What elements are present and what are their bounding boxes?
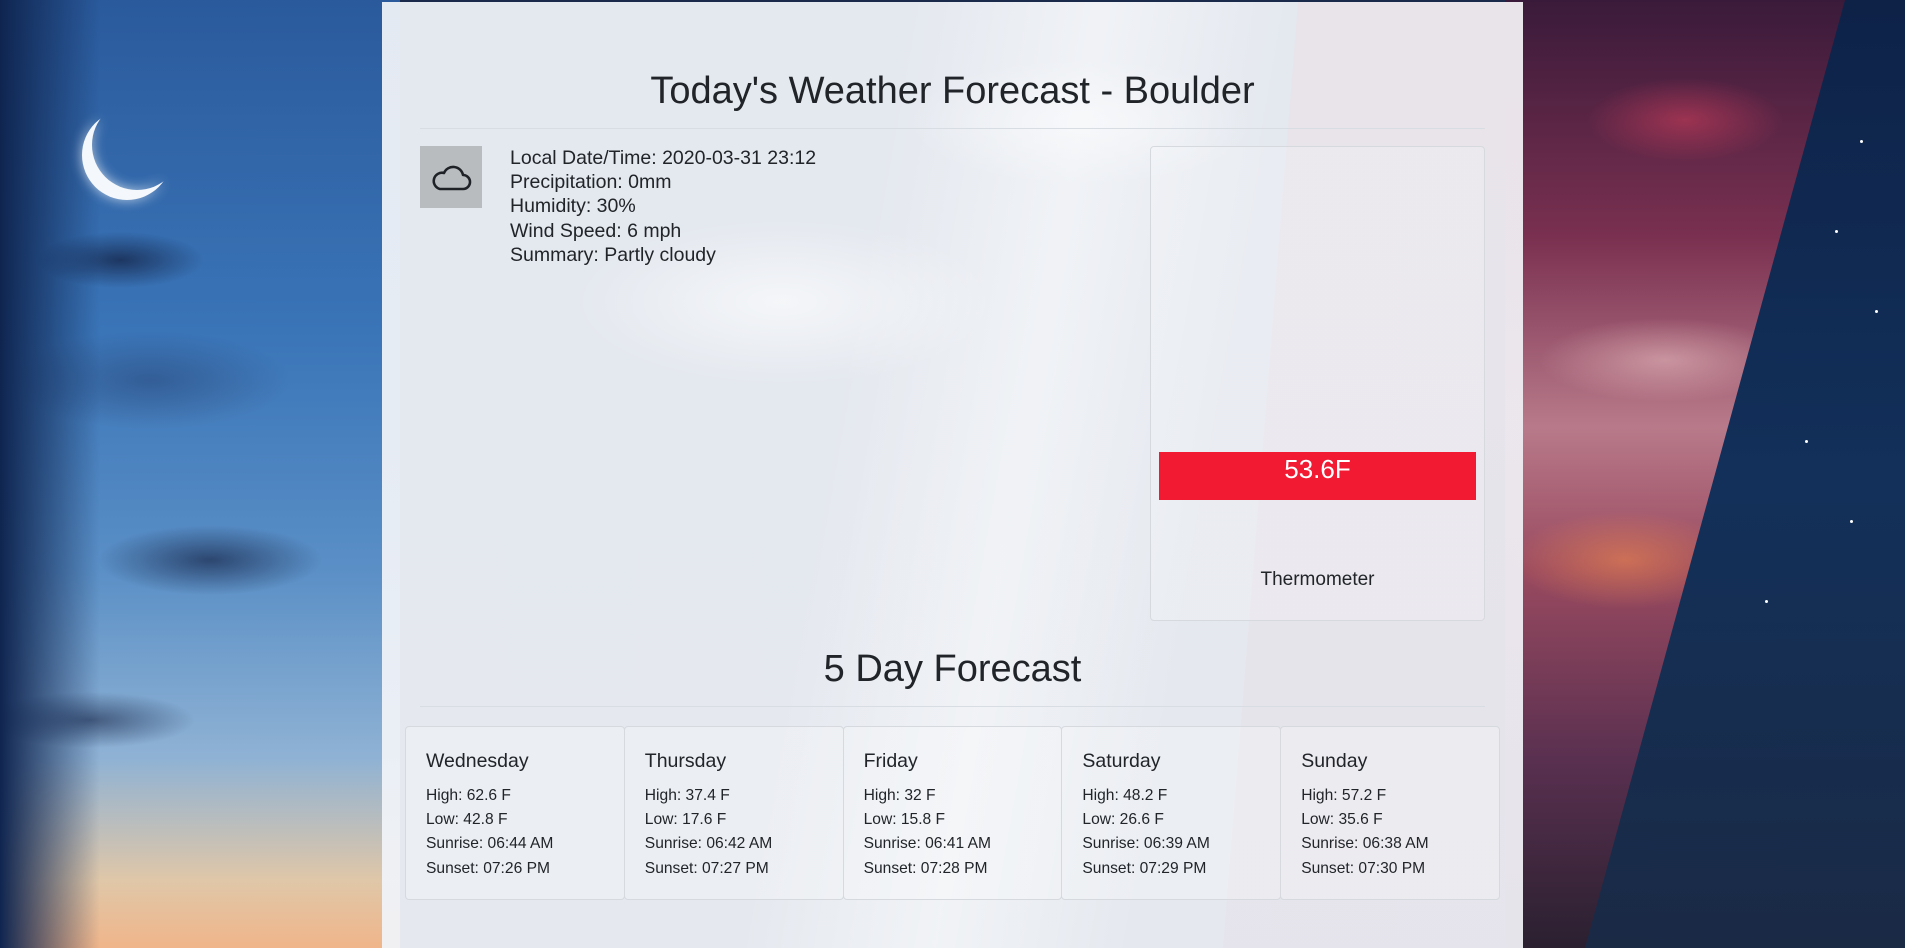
humidity: Humidity: 30%	[510, 195, 636, 218]
wind-speed: Wind Speed: 6 mph	[510, 219, 682, 242]
day-sunset: Sunset: 07:28 PM	[863, 859, 988, 877]
thermometer-label: Thermometer	[1260, 569, 1375, 590]
forecast-card-thursday: Thursday High: 37.4 F Low: 17.6 F Sunris…	[623, 726, 844, 900]
weather-icon-box	[420, 146, 482, 208]
precipitation: Precipitation: 0mm	[510, 171, 672, 194]
day-name: Wednesday	[426, 750, 529, 772]
day-sunset: Sunset: 07:30 PM	[1301, 859, 1426, 877]
day-low: Low: 35.6 F	[1301, 811, 1383, 829]
forecast-title: 5 Day Forecast	[823, 648, 1082, 690]
thermometer-card: 53.6F Thermometer	[1150, 146, 1485, 621]
title-divider	[420, 128, 1485, 129]
day-sunset: Sunset: 07:27 PM	[644, 859, 769, 877]
day-sunrise: Sunrise: 06:42 AM	[644, 835, 773, 853]
moon-icon	[92, 100, 182, 190]
day-high: High: 62.6 F	[426, 787, 511, 804]
day-high: High: 32 F	[863, 787, 936, 804]
day-low: Low: 42.8 F	[426, 811, 508, 829]
day-low: Low: 15.8 F	[863, 811, 946, 829]
main-panel: Today's Weather Forecast - Boulder Local…	[382, 2, 1523, 948]
day-high: High: 48.2 F	[1082, 787, 1168, 804]
day-low: Low: 17.6 F	[644, 811, 727, 829]
day-sunset: Sunset: 07:26 PM	[426, 859, 550, 877]
current-details: Local Date/Time: 2020-03-31 23:12 Precip…	[510, 146, 816, 267]
forecast-card-sunday: Sunday High: 57.2 F Low: 35.6 F Sunrise:…	[1280, 726, 1500, 900]
day-name: Sunday	[1301, 750, 1368, 772]
forecast-card-wednesday: Wednesday High: 62.6 F Low: 42.8 F Sunri…	[405, 726, 625, 900]
day-high: High: 57.2 F	[1301, 787, 1387, 804]
page-title: Today's Weather Forecast - Boulder	[650, 70, 1255, 112]
day-name: Saturday	[1082, 750, 1161, 772]
day-sunrise: Sunrise: 06:44 AM	[426, 835, 554, 853]
forecast-card-saturday: Saturday High: 48.2 F Low: 26.6 F Sunris…	[1061, 726, 1282, 900]
day-high: High: 37.4 F	[644, 787, 730, 804]
cloud-icon	[432, 165, 472, 191]
local-datetime: Local Date/Time: 2020-03-31 23:12	[510, 147, 817, 169]
day-name: Thursday	[644, 750, 727, 772]
day-low: Low: 26.6 F	[1082, 811, 1164, 829]
day-sunrise: Sunrise: 06:39 AM	[1082, 835, 1210, 853]
thermometer-bar: 53.6F	[1159, 452, 1476, 500]
day-sunset: Sunset: 07:29 PM	[1082, 859, 1207, 877]
summary: Summary: Partly cloudy	[510, 243, 716, 266]
forecast-row: Wednesday High: 62.6 F Low: 42.8 F Sunri…	[405, 726, 1500, 900]
day-sunrise: Sunrise: 06:41 AM	[863, 835, 992, 853]
forecast-card-friday: Friday High: 32 F Low: 15.8 F Sunrise: 0…	[842, 726, 1063, 900]
day-name: Friday	[863, 750, 918, 772]
forecast-divider	[420, 706, 1485, 707]
day-sunrise: Sunrise: 06:38 AM	[1301, 835, 1429, 853]
